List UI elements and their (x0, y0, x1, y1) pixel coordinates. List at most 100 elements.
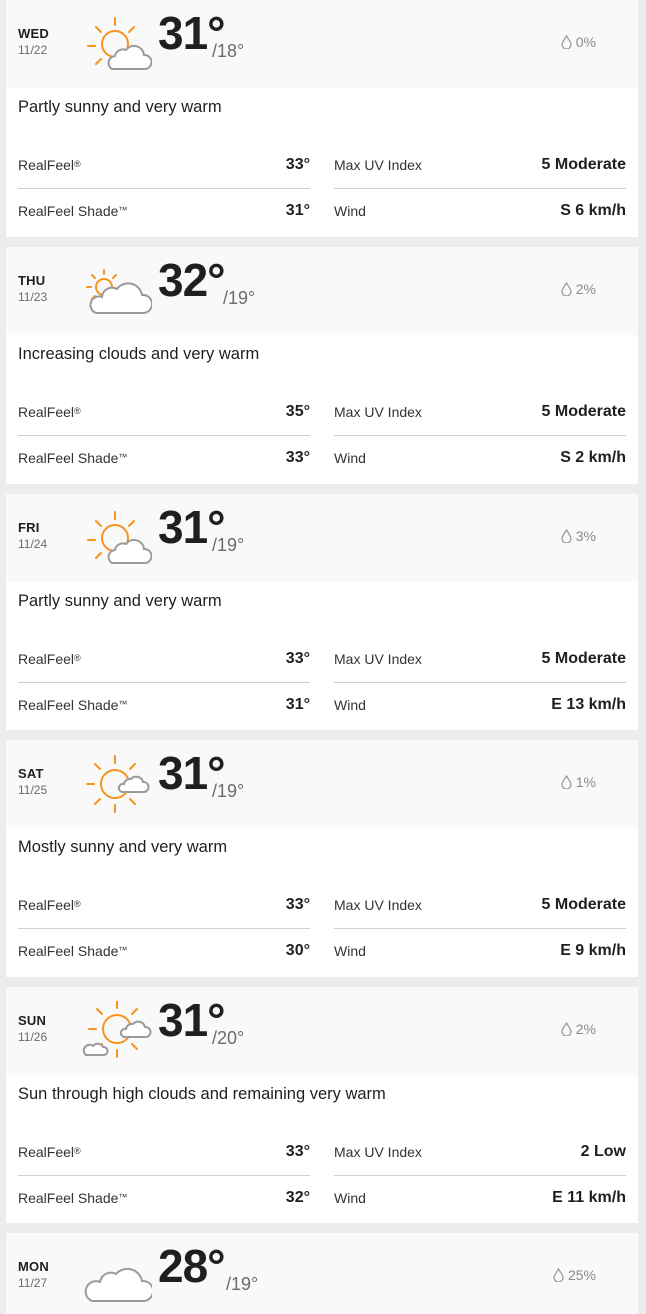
forecast-card-fri[interactable]: FRI 11/24 31° /19° 3% Partly sunny and v… (6, 494, 638, 730)
raindrop-icon (561, 775, 572, 789)
wind-label: Wind (334, 697, 366, 713)
forecast-phrase: Mostly sunny and very warm (18, 838, 228, 856)
wind-row: Wind E 13 km/h (334, 682, 626, 728)
low-temperature: /20° (212, 1028, 245, 1048)
forecast-phrase: Partly sunny and very warm (18, 98, 222, 116)
date: 11/26 (18, 1030, 48, 1044)
forecast-phrase: Sun through high clouds and remaining ve… (18, 1085, 386, 1103)
increasing-clouds-icon (86, 269, 152, 314)
wind-label: Wind (334, 450, 366, 466)
realfeel-shade-row: RealFeel Shade™ 31° (18, 696, 310, 713)
forecast-card-sat[interactable]: SAT 11/25 31° /19° 1% Mostly sunny and v… (6, 740, 638, 977)
day-of-week: SAT (18, 766, 44, 781)
partly-sunny-icon (87, 17, 152, 70)
raindrop-icon (561, 529, 572, 543)
realfeel-shade-row: RealFeel Shade™ 33° (18, 449, 310, 466)
date: 11/24 (18, 537, 48, 551)
wind-row: Wind E 11 km/h (334, 1175, 626, 1221)
hazy-sunshine-icon (82, 1001, 152, 1058)
precipitation-chance: 0% (561, 34, 596, 50)
realfeel-shade-value: 33° (285, 449, 310, 466)
raindrop-icon (553, 1268, 564, 1282)
raindrop-icon (561, 282, 572, 296)
day-of-week: MON (18, 1259, 49, 1274)
wind-label: Wind (334, 203, 366, 219)
realfeel-label: RealFeel (18, 651, 75, 667)
daily-forecast-list: WED 11/22 31° /18° 0% Partly sunny and v… (0, 0, 646, 1314)
precipitation-value: 2% (575, 1021, 596, 1037)
realfeel-row: RealFeel® 33° (18, 1129, 310, 1176)
forecast-card-header[interactable]: THU 11/23 32° /19° 2% (6, 247, 638, 335)
wind-value: E 9 km/h (560, 942, 626, 959)
uv-index-value: 5 Moderate (541, 156, 626, 173)
precipitation-chance: 2% (561, 1021, 596, 1037)
realfeel-shade-label: RealFeel Shade (18, 450, 119, 466)
date: 11/25 (18, 783, 48, 797)
realfeel-row: RealFeel® 33° (18, 636, 310, 683)
forecast-phrase: Increasing clouds and very warm (18, 345, 260, 363)
precipitation-value: 2% (575, 281, 596, 297)
realfeel-row: RealFeel® 33° (18, 882, 310, 929)
realfeel-row: RealFeel® 33° (18, 142, 310, 189)
realfeel-shade-label: RealFeel Shade (18, 203, 119, 219)
day-of-week: WED (18, 26, 49, 41)
precipitation-value: 3% (575, 528, 596, 544)
wind-row: Wind E 9 km/h (334, 928, 626, 974)
forecast-phrase: Partly sunny and very warm (18, 592, 222, 610)
realfeel-label: RealFeel (18, 1144, 75, 1160)
forecast-card-header[interactable]: FRI 11/24 31° /19° 3% (6, 494, 638, 582)
precipitation-value: 1% (575, 774, 596, 790)
forecast-card-thu[interactable]: THU 11/23 32° /19° 2% Increasing clouds … (6, 247, 638, 484)
day-of-week: SUN (18, 1013, 47, 1028)
mostly-sunny-icon (86, 755, 150, 813)
forecast-card-header[interactable]: SAT 11/25 31° /19° 1% (6, 740, 638, 828)
forecast-card-sun[interactable]: SUN 11/26 31° /20° 2% Sun through high c… (6, 987, 638, 1223)
uv-index-row: Max UV Index 5 Moderate (334, 882, 626, 929)
realfeel-label: RealFeel (18, 897, 75, 913)
realfeel-shade-row: RealFeel Shade™ 31° (18, 202, 310, 219)
uv-index-row: Max UV Index 5 Moderate (334, 389, 626, 436)
wind-row: Wind S 6 km/h (334, 188, 626, 234)
realfeel-shade-value: 31° (285, 696, 310, 713)
realfeel-label: RealFeel (18, 157, 75, 173)
date: 11/27 (18, 1276, 48, 1290)
precipitation-chance: 1% (561, 774, 596, 790)
low-temperature: /19° (212, 535, 245, 555)
date: 11/23 (18, 290, 48, 304)
realfeel-label: RealFeel (18, 404, 75, 420)
high-temperature: 28° (158, 1240, 226, 1292)
precipitation-value: 0% (575, 34, 596, 50)
wind-value: E 13 km/h (551, 696, 626, 713)
forecast-card-wed[interactable]: WED 11/22 31° /18° 0% Partly sunny and v… (6, 0, 638, 237)
uv-index-label: Max UV Index (334, 157, 422, 173)
uv-index-label: Max UV Index (334, 1144, 422, 1160)
precipitation-chance: 25% (553, 1267, 596, 1283)
precipitation-chance: 3% (561, 528, 596, 544)
realfeel-shade-label: RealFeel Shade (18, 1190, 119, 1206)
wind-label: Wind (334, 1190, 366, 1206)
forecast-card-header[interactable]: SUN 11/26 31° /20° 2% (6, 987, 638, 1075)
realfeel-value: 35° (285, 403, 310, 420)
precipitation-value: 25% (567, 1267, 596, 1283)
realfeel-shade-label: RealFeel Shade (18, 943, 119, 959)
partly-sunny-icon (87, 511, 152, 564)
precipitation-chance: 2% (561, 281, 596, 297)
uv-index-label: Max UV Index (334, 897, 422, 913)
raindrop-icon (561, 35, 572, 49)
forecast-card-header[interactable]: MON 11/27 28° /19° 25% (6, 1233, 638, 1314)
realfeel-shade-row: RealFeel Shade™ 32° (18, 1189, 310, 1206)
low-temperature: /19° (226, 1274, 259, 1294)
wind-value: E 11 km/h (552, 1189, 626, 1206)
date: 11/22 (18, 43, 48, 57)
uv-index-value: 5 Moderate (541, 896, 626, 913)
wind-row: Wind S 2 km/h (334, 435, 626, 481)
day-of-week: THU (18, 273, 46, 288)
low-temperature: /19° (223, 288, 256, 308)
uv-index-value: 5 Moderate (541, 403, 626, 420)
realfeel-shade-row: RealFeel Shade™ 30° (18, 942, 310, 959)
realfeel-value: 33° (285, 896, 310, 913)
forecast-card-mon[interactable]: MON 11/27 28° /19° 25% (6, 1233, 638, 1314)
realfeel-shade-label: RealFeel Shade (18, 697, 119, 713)
forecast-card-header[interactable]: WED 11/22 31° /18° 0% (6, 0, 638, 88)
uv-index-row: Max UV Index 5 Moderate (334, 142, 626, 189)
